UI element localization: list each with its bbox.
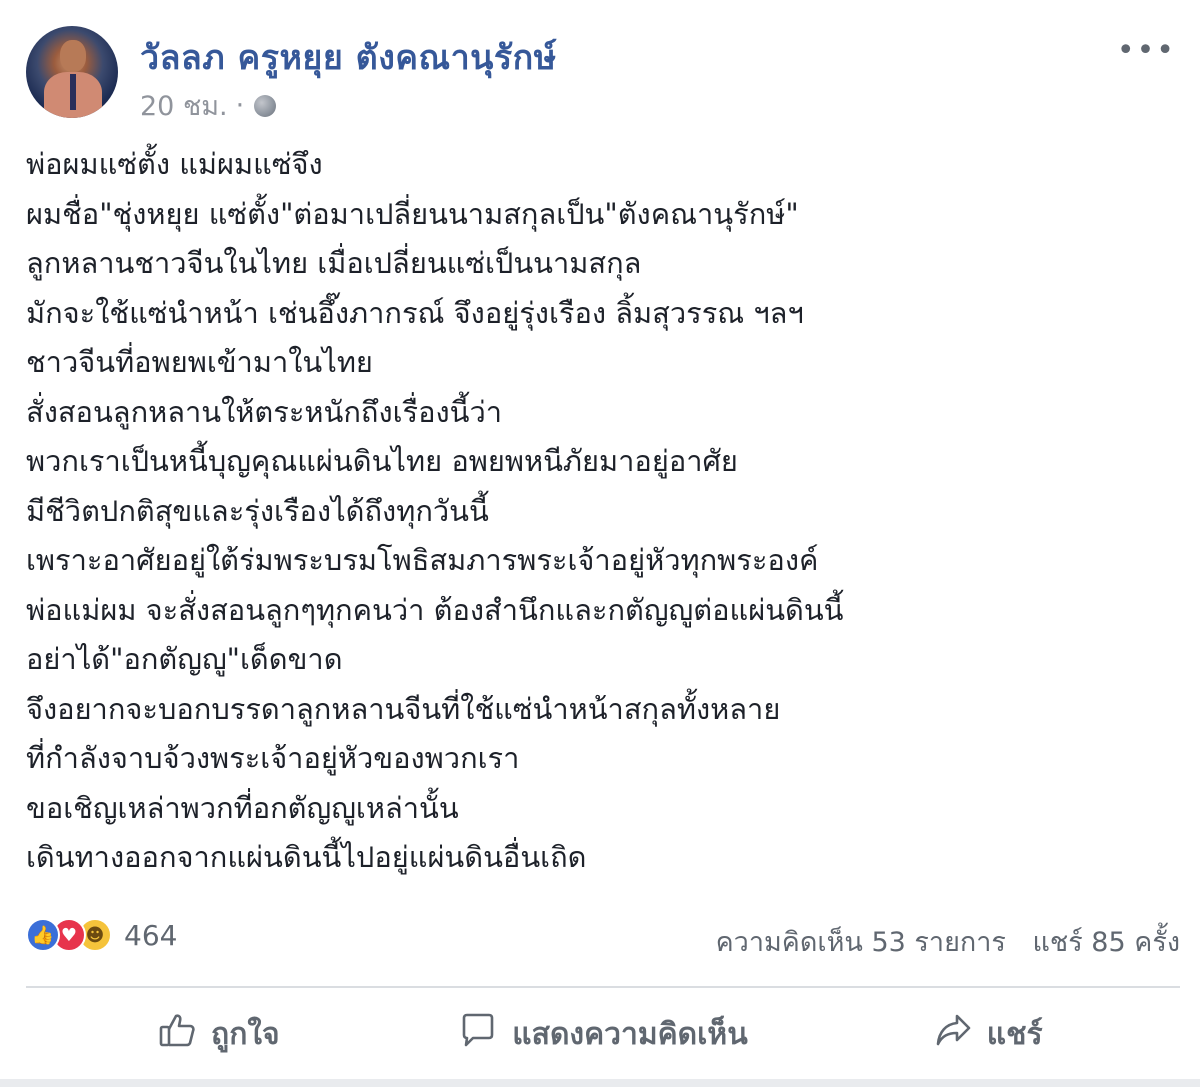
like-button-label: ถูกใจ	[211, 1016, 280, 1052]
post-meta: 20 ชม. ·	[140, 84, 277, 127]
post-header: วัลลภ ครูหยุย ตังคณานุรักษ์ 20 ชม. · •••	[26, 26, 1176, 122]
post-line: ขอเชิญเหล่าพวกที่อกตัญญูเหล่านั้น	[26, 790, 459, 825]
post-body: พ่อผมแซ่ตั้ง แม่ผมแซ่จึง ผมชื่อ"ชุ่งหยุย…	[26, 140, 1176, 883]
post-line: สั่งสอนลูกหลานให้ตระหนักถึงเรื่องนี้ว่า	[26, 394, 503, 429]
post-stats: 👍 ♥ ☻ 464 ความคิดเห็น 53 รายการ แชร์ 85 …	[26, 912, 1180, 964]
like-reaction-icon: 👍	[26, 918, 60, 952]
post-line: มักจะใช้แซ่นำหน้า เช่นอึ๊งภากรณ์ จึงอยู่…	[26, 295, 804, 330]
post-line: เพราะอาศัยอยู่ใต้ร่มพระบรมโพธิสมภารพระเจ…	[26, 543, 819, 577]
post-actions: ถูกใจ แสดงความคิดเห็น แชร์	[26, 996, 1180, 1072]
engagement-counts: ความคิดเห็น 53 รายการ แชร์ 85 ครั้ง	[716, 920, 1180, 963]
thumbs-up-icon	[157, 1010, 197, 1058]
post-line: มีชีวิตปกติสุขและรุ่งเรืองได้ถึงทุกวันนี…	[26, 493, 489, 528]
share-button[interactable]: แชร์	[795, 996, 1180, 1072]
globe-icon[interactable]	[254, 94, 277, 117]
comment-button-label: แสดงความคิดเห็น	[512, 1016, 748, 1052]
post-line: ที่กำลังจาบจ้วงพระเจ้าอยู่หัวของพวกเรา	[26, 741, 520, 775]
post-line: จึงอยากจะบอกบรรดาลูกหลานจีนที่ใช้แซ่นำหน…	[26, 691, 781, 726]
post-time[interactable]: 20 ชม.	[140, 84, 228, 127]
comment-button[interactable]: แสดงความคิดเห็น	[411, 996, 796, 1072]
share-button-label: แชร์	[986, 1016, 1043, 1052]
share-icon	[933, 1010, 973, 1058]
post-line: อย่าได้"อกตัญญู"เด็ดขาด	[26, 642, 343, 676]
post-line: เดินทางออกจากแผ่นดินนี้ไปอยู่แผ่นดินอื่น…	[26, 840, 587, 874]
author-name[interactable]: วัลลภ ครูหยุย ตังคณานุรักษ์	[140, 30, 557, 84]
post-line: ลูกหลานชาวจีนในไทย เมื่อเปลี่ยนแซ่เป็นนา…	[26, 246, 642, 280]
comments-count[interactable]: ความคิดเห็น 53 รายการ	[716, 927, 1006, 958]
meta-separator: ·	[235, 90, 245, 121]
shares-count[interactable]: แชร์ 85 ครั้ง	[1033, 927, 1181, 958]
author-avatar[interactable]	[26, 26, 118, 118]
bottom-border	[0, 1079, 1200, 1087]
reaction-summary[interactable]: 👍 ♥ ☻ 464	[26, 918, 177, 952]
post-line: พ่อแม่ผม จะสั่งสอนลูกๆทุกคนว่า ต้องสำนึก…	[26, 592, 844, 627]
avatar-tie	[70, 74, 76, 110]
more-dots-icon[interactable]: •••	[1117, 36, 1176, 66]
facebook-post: วัลลภ ครูหยุย ตังคณานุรักษ์ 20 ชม. · •••…	[0, 0, 1200, 1087]
post-line: พวกเราเป็นหนี้บุญคุณแผ่นดินไทย อพยพหนีภั…	[26, 444, 738, 478]
comment-icon	[458, 1010, 498, 1058]
post-line: ชาวจีนที่อพยพเข้ามาในไทย	[26, 345, 373, 379]
avatar-face	[60, 40, 86, 72]
actions-divider	[26, 986, 1180, 988]
post-line: ผมชื่อ"ชุ่งหยุย แซ่ตั้ง"ต่อมาเปลี่ยนนามส…	[26, 196, 799, 231]
reaction-count: 464	[124, 918, 178, 952]
post-line: พ่อผมแซ่ตั้ง แม่ผมแซ่จึง	[26, 147, 323, 181]
like-button[interactable]: ถูกใจ	[26, 996, 411, 1072]
